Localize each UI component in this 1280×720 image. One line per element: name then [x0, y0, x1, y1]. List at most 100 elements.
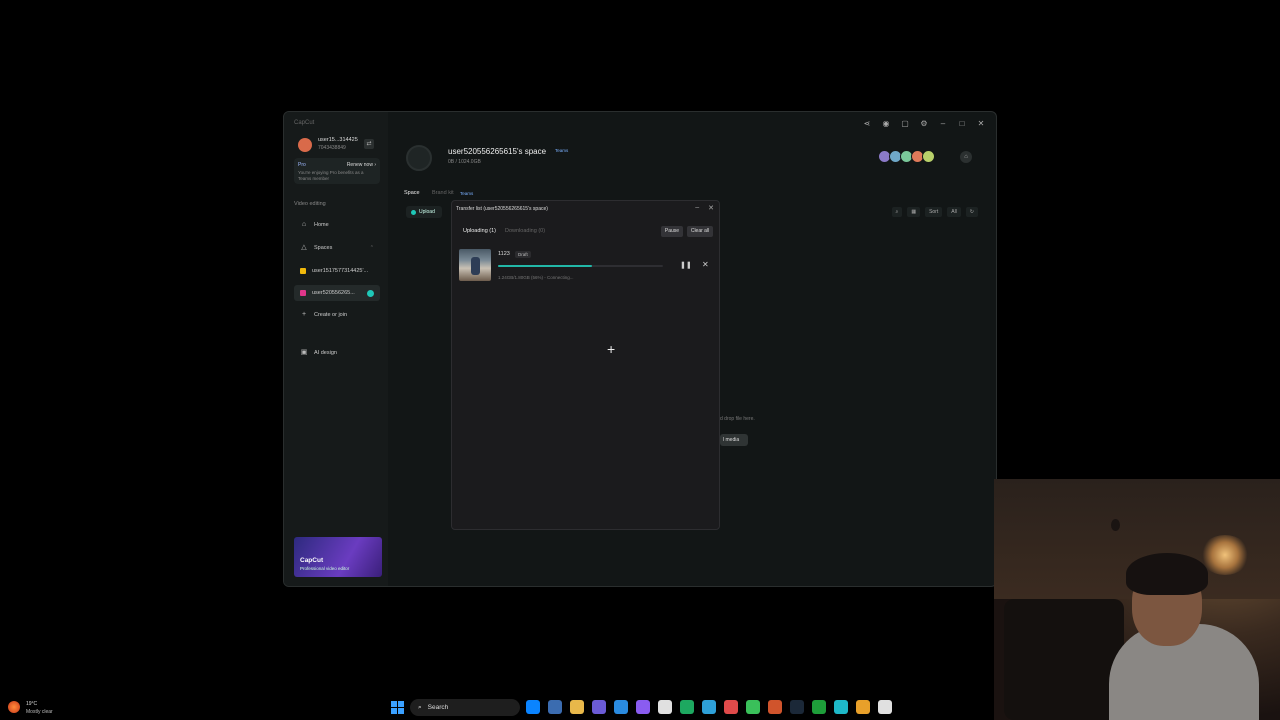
- weather-desc[interactable]: Mostly clear: [26, 709, 53, 715]
- upload-status-icon: [367, 289, 374, 297]
- section-video-editing: Video editing: [294, 201, 326, 207]
- minimize-icon[interactable]: –: [938, 119, 948, 128]
- sidebar-item-label: Home: [314, 222, 329, 228]
- member-avatars[interactable]: [878, 150, 935, 163]
- taskbar-app-icon[interactable]: [658, 700, 672, 714]
- taskbar-app-icon[interactable]: [592, 700, 606, 714]
- upload-icon: [411, 209, 416, 215]
- grid-view-icon[interactable]: ▦: [907, 207, 921, 217]
- switch-account-icon[interactable]: ⇄: [364, 139, 374, 149]
- invite-members-icon[interactable]: ⌂: [960, 151, 972, 163]
- taskbar-app-icon[interactable]: [724, 700, 738, 714]
- taskbar-app-icon[interactable]: [570, 700, 584, 714]
- sidebar-item-label: Create or join: [314, 312, 348, 318]
- start-button[interactable]: [391, 701, 404, 714]
- taskbar-app-icon[interactable]: [526, 700, 540, 714]
- user-name: user15...314425: [318, 137, 358, 143]
- upload-file-name: 1123: [498, 251, 510, 257]
- tab-brand-kit[interactable]: Brand kit: [432, 190, 454, 196]
- draft-badge: Draft: [515, 251, 531, 258]
- dialog-controls: – ✕: [695, 204, 714, 212]
- taskbar-app-icon[interactable]: [636, 700, 650, 714]
- pro-banner: Pro Renew now › You're enjoying Pro bene…: [294, 158, 380, 184]
- promo-title: CapCut: [300, 557, 324, 564]
- app-title: CapCut: [294, 120, 315, 126]
- pro-label: Pro: [298, 162, 306, 168]
- weather-icon[interactable]: [8, 701, 20, 713]
- avatar[interactable]: [298, 138, 312, 152]
- minimize-icon[interactable]: –: [695, 204, 699, 212]
- window-controls: ⋖ ◉ ▢ ⚙ – □ ✕: [862, 119, 986, 128]
- sidebar: CapCut user15...314425 7043438849 ⇄ Pro …: [284, 112, 388, 586]
- close-icon[interactable]: ✕: [708, 204, 714, 212]
- webcam-overlay: [994, 479, 1280, 720]
- sort-button[interactable]: Sort: [925, 207, 943, 217]
- taskbar-app-icon[interactable]: [878, 700, 892, 714]
- taskbar-app-icon[interactable]: [790, 700, 804, 714]
- toolbar-right: ⌕ ▦ Sort All ↻: [891, 207, 978, 217]
- search-icon[interactable]: ⌕: [891, 207, 903, 217]
- maximize-icon[interactable]: □: [957, 119, 967, 128]
- upload-progress-bar: [498, 265, 663, 267]
- space-color-icon: [300, 290, 306, 296]
- taskbar-app-icon[interactable]: [834, 700, 848, 714]
- tab-space[interactable]: Space: [404, 190, 420, 196]
- filter-button[interactable]: All: [947, 207, 961, 217]
- drop-hint: d drop file here.: [720, 416, 755, 422]
- sidebar-item-space-2[interactable]: user520556265...: [294, 285, 380, 301]
- tab-uploading[interactable]: Uploading (1): [463, 228, 496, 234]
- cursor-crosshair-icon: +: [607, 341, 616, 357]
- taskbar: 19°C Mostly clear ⌕ Search: [0, 696, 1280, 720]
- upload-progress-fill: [498, 265, 593, 267]
- feedback-icon[interactable]: ▢: [900, 119, 910, 128]
- taskbar-app-icon[interactable]: [680, 700, 694, 714]
- tab-downloading[interactable]: Downloading (0): [505, 228, 545, 234]
- taskbar-app-icon[interactable]: [614, 700, 628, 714]
- renew-now-link[interactable]: Renew now ›: [347, 162, 376, 168]
- promo-banner[interactable]: CapCut Professional video editor: [294, 537, 382, 577]
- taskbar-app-icon[interactable]: [856, 700, 870, 714]
- settings-icon[interactable]: ⚙: [919, 119, 929, 128]
- sidebar-item-space-1[interactable]: user1517577314425'...: [294, 263, 380, 279]
- upload-thumbnail: [459, 249, 491, 281]
- chevron-up-icon[interactable]: ⌃: [370, 245, 374, 251]
- member-avatar[interactable]: [922, 150, 935, 163]
- upload-button[interactable]: Upload: [406, 206, 442, 218]
- share-icon[interactable]: ⋖: [862, 119, 872, 128]
- add-media-button[interactable]: l media: [720, 434, 748, 446]
- promo-subtitle: Professional video editor: [300, 566, 350, 571]
- taskbar-app-icon[interactable]: [812, 700, 826, 714]
- cancel-upload-icon[interactable]: ✕: [702, 260, 709, 269]
- taskbar-app-icon[interactable]: [768, 700, 782, 714]
- weather-temp[interactable]: 19°C: [26, 701, 37, 707]
- taskbar-app-icon[interactable]: [702, 700, 716, 714]
- sidebar-item-spaces[interactable]: △ Spaces ⌃: [294, 240, 380, 256]
- sidebar-item-label: Spaces: [314, 245, 333, 251]
- pro-note: You're enjoying Pro benefits as a Teams …: [298, 170, 364, 181]
- sidebar-item-label: user520556265...: [312, 290, 355, 296]
- upload-status: 1.24GB/1.80GB (56%) - Connecting...: [498, 275, 574, 280]
- help-icon[interactable]: ◉: [881, 119, 891, 128]
- webcam-person-hair: [1126, 553, 1208, 595]
- ai-design-icon: ▣: [300, 349, 308, 356]
- sidebar-item-label: user1517577314425'...: [312, 268, 369, 274]
- sidebar-item-home[interactable]: ⌂ Home: [294, 217, 380, 233]
- sidebar-item-label: AI design: [314, 350, 337, 356]
- taskbar-app-icon[interactable]: [548, 700, 562, 714]
- dialog-title: Transfer list (user520556265615's space): [456, 206, 548, 212]
- taskbar-search[interactable]: ⌕ Search: [410, 699, 520, 716]
- clear-all-button[interactable]: Clear all: [687, 226, 713, 237]
- sidebar-item-create-join[interactable]: + Create or join: [294, 307, 380, 323]
- refresh-icon[interactable]: ↻: [965, 207, 978, 217]
- taskbar-app-icon[interactable]: [746, 700, 760, 714]
- webcam-lamp: [1200, 535, 1250, 575]
- pause-icon[interactable]: ❚❚: [680, 261, 692, 269]
- transfer-list-dialog: Transfer list (user520556265615's space)…: [451, 200, 720, 530]
- pause-all-button[interactable]: Pause: [661, 226, 683, 237]
- sidebar-item-ai-design[interactable]: ▣ AI design: [294, 345, 380, 361]
- close-icon[interactable]: ✕: [976, 119, 986, 128]
- upload-label: Upload: [419, 209, 435, 215]
- plus-icon: +: [301, 311, 307, 318]
- spaces-icon: △: [301, 244, 307, 251]
- search-icon: ⌕: [418, 704, 422, 711]
